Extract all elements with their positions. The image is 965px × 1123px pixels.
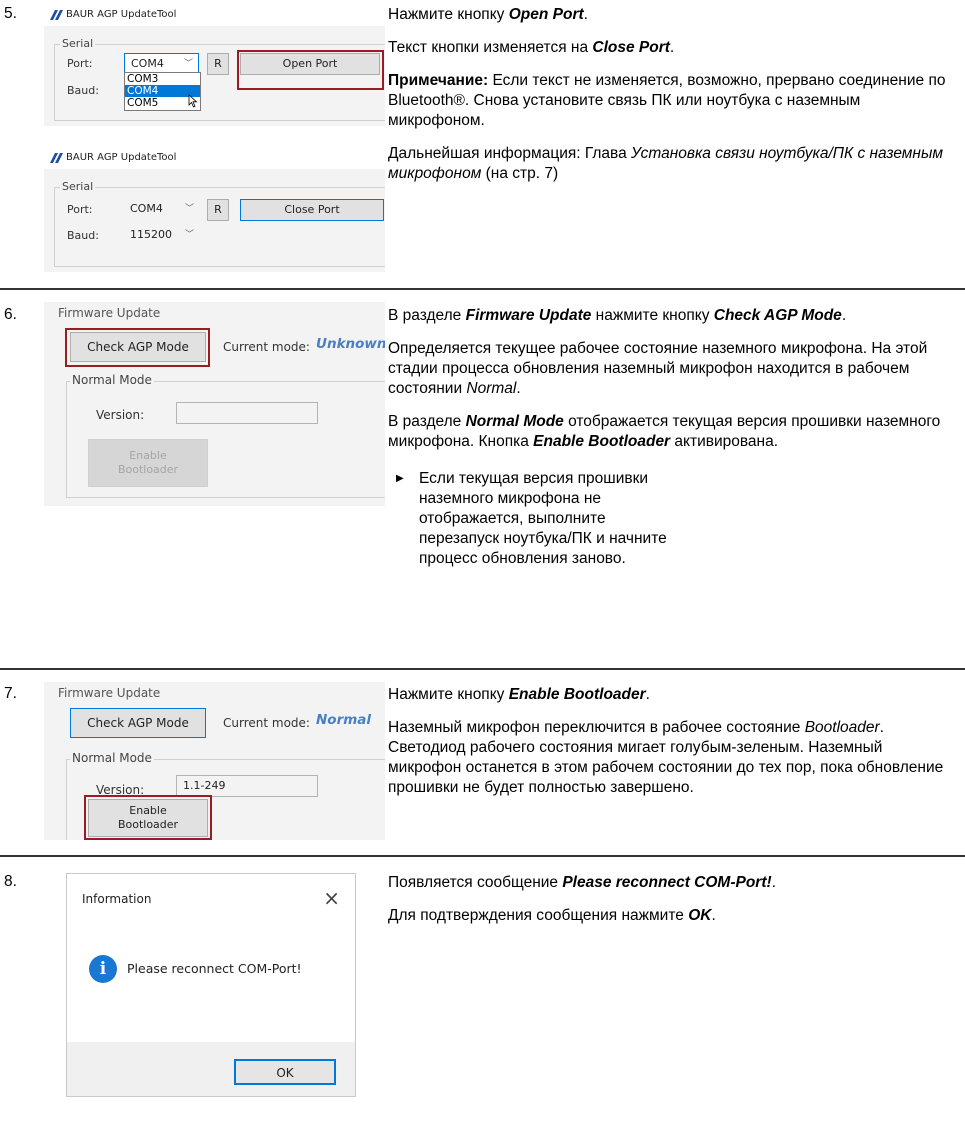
refresh-ports-button[interactable]: R [207,53,229,75]
firmware-update-title: Firmware Update [58,686,161,700]
paragraph: Для подтверждения сообщения нажмите OK. [388,907,716,924]
version-field[interactable]: 1.1-249 [176,775,318,797]
paragraph: Дальнейшая информация: Глава Установка с… [388,145,943,182]
refresh-ports-button[interactable]: R [207,199,229,221]
step-divider [0,855,965,857]
step-number: 7. [4,685,17,702]
mouse-cursor-icon [188,94,198,108]
step-7-text: Нажмите кнопку Enable Bootloader. Наземн… [388,685,958,811]
app-screenshot-enable-bootloader: Firmware Update Check AGP Mode Current m… [44,682,385,840]
bullet-text: Если текущая версия прошивки наземного м… [419,470,667,567]
chevron-down-icon: ﹀ [184,230,194,240]
dialog-footer: OK [67,1042,355,1096]
baud-select-value: 115200 [130,228,172,241]
port-select[interactable]: COM4 ﹀ [124,199,199,219]
app-title: BAUR AGP UpdateTool [66,9,177,20]
version-field[interactable] [176,402,318,424]
step-8-text: Появляется сообщение Please reconnect CO… [388,873,958,939]
serial-group-label: Serial [60,37,96,50]
paragraph: В разделе Firmware Update нажмите кнопку… [388,307,847,324]
close-icon[interactable]: × [323,886,340,910]
chevron-down-icon: ﹀ [183,59,193,69]
current-mode-value: Normal [316,712,372,728]
baud-label: Baud: [67,229,99,242]
paragraph: Определяется текущее рабочее состояние н… [388,340,928,397]
info-icon: i [89,955,117,983]
step-6-text: В разделе Firmware Update нажмите кнопку… [388,306,958,569]
paragraph: Нажмите кнопку Enable Bootloader. [388,686,650,703]
port-label: Port: [67,203,93,216]
version-label: Version: [96,408,145,422]
step-number: 6. [4,306,17,323]
normal-mode-label: Normal Mode [70,751,154,765]
paragraph: Текст кнопки изменяется на Close Port. [388,39,675,56]
check-agp-mode-button[interactable]: Check AGP Mode [70,708,206,738]
baud-label: Baud: [67,84,99,97]
current-mode-label: Current mode: [223,716,310,730]
current-mode-label: Current mode: [223,340,310,354]
dropdown-option[interactable]: COM3 [125,73,200,85]
triangle-right-icon: ▶ [396,473,404,484]
step-number: 8. [4,873,17,890]
app-title: BAUR AGP UpdateTool [66,152,177,163]
enable-bootloader-button[interactable]: Enable Bootloader [88,439,208,487]
note-paragraph: Примечание: Если текст не изменяется, во… [388,72,946,129]
normal-mode-label: Normal Mode [70,373,154,387]
baur-logo-icon [50,10,63,20]
step-divider [0,288,965,290]
dialog-title: Information [82,892,152,906]
app-titlebar: BAUR AGP UpdateTool [44,4,385,26]
baud-select[interactable]: 115200 ﹀ [124,225,199,245]
paragraph: В разделе Normal Mode отображается текущ… [388,413,941,450]
app-screenshot-close-port: BAUR AGP UpdateTool Serial Port: Baud: C… [44,147,385,272]
highlight-frame [84,795,212,840]
step-divider [0,668,965,670]
ok-button[interactable]: OK [234,1059,336,1085]
paragraph: Появляется сообщение Please reconnect CO… [388,874,776,891]
paragraph: Наземный микрофон переключится в рабочее… [388,719,944,796]
app-titlebar: BAUR AGP UpdateTool [44,147,385,169]
dialog-message: Please reconnect COM-Port! [127,961,302,976]
chevron-down-icon: ﹀ [184,204,194,214]
baur-logo-icon [50,153,63,163]
step-5-text: Нажмите кнопку Open Port. Текст кнопки и… [388,5,958,197]
serial-group-label: Serial [60,180,96,193]
step-number: 5. [4,5,17,22]
port-label: Port: [67,57,93,70]
app-screenshot-check-mode-unknown: Firmware Update Check AGP Mode Current m… [44,302,385,506]
bullet-item: ▶ Если текущая версия прошивки наземного… [388,469,689,569]
close-port-button[interactable]: Close Port [240,199,384,221]
highlight-frame [65,328,210,367]
firmware-update-title: Firmware Update [58,306,161,320]
port-select[interactable]: COM4 ﹀ [124,53,199,73]
current-mode-value: Unknown [316,336,385,352]
port-select-value: COM4 [131,57,164,70]
paragraph: Нажмите кнопку Open Port. [388,6,588,23]
highlight-frame [237,50,384,90]
port-select-value: COM4 [130,202,163,215]
information-dialog: Information × i Please reconnect COM-Por… [66,873,356,1097]
app-screenshot-open-port: BAUR AGP UpdateTool Serial Port: Baud: C… [44,4,385,126]
